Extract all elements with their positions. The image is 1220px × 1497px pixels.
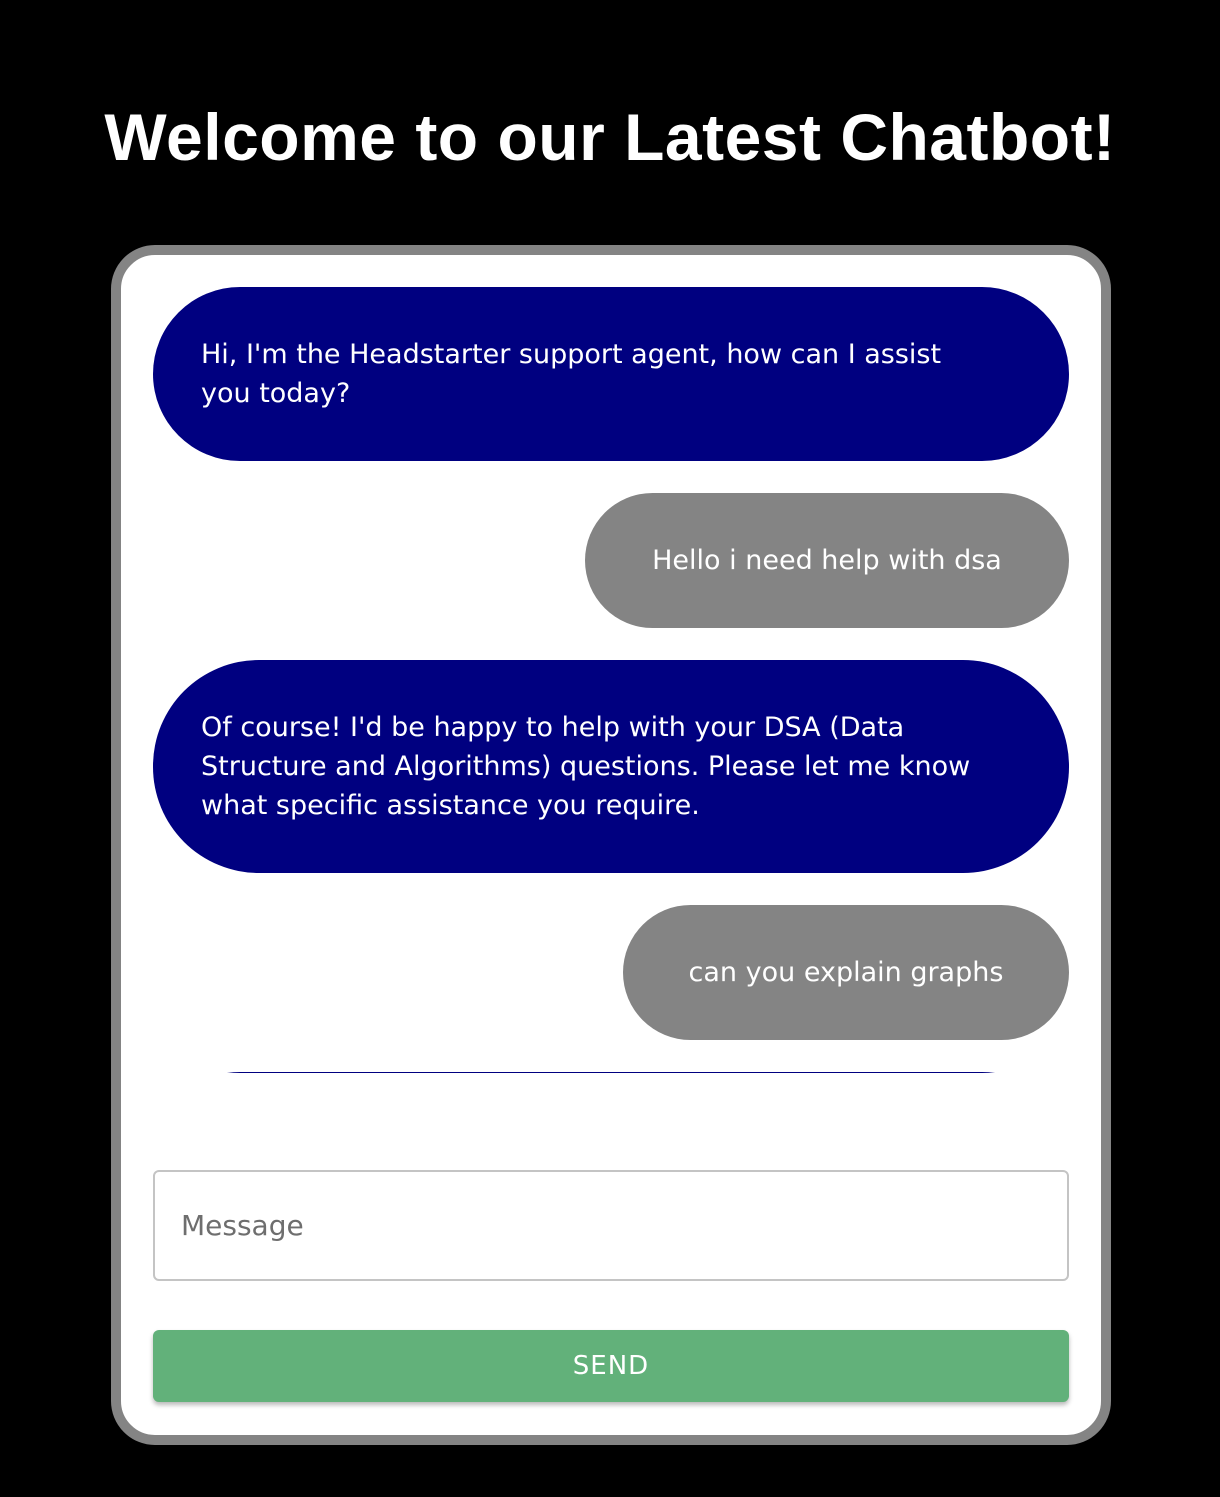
message-list[interactable]: Hi, I'm the Headstarter support agent, h… <box>153 287 1069 1073</box>
message-field[interactable] <box>153 1170 1069 1281</box>
assistant-message-text: Of course! I'd be happy to help with you… <box>201 712 971 821</box>
chat-card: Hi, I'm the Headstarter support agent, h… <box>111 245 1111 1445</box>
user-message-text: can you explain graphs <box>688 957 1004 988</box>
user-message: can you explain graphs <box>623 905 1069 1040</box>
user-message: Hello i need help with dsa <box>585 493 1069 628</box>
send-button[interactable]: SEND <box>153 1330 1069 1402</box>
assistant-message-text: Hi, I'm the Headstarter support agent, h… <box>201 339 942 409</box>
assistant-message: Of course! I'd be happy to help with you… <box>153 660 1069 873</box>
assistant-message <box>153 1072 1069 1073</box>
page-title: Welcome to our Latest Chatbot! <box>104 100 1116 174</box>
message-input[interactable] <box>155 1172 1067 1279</box>
user-message-text: Hello i need help with dsa <box>652 545 1002 576</box>
assistant-message: Hi, I'm the Headstarter support agent, h… <box>153 287 1069 461</box>
